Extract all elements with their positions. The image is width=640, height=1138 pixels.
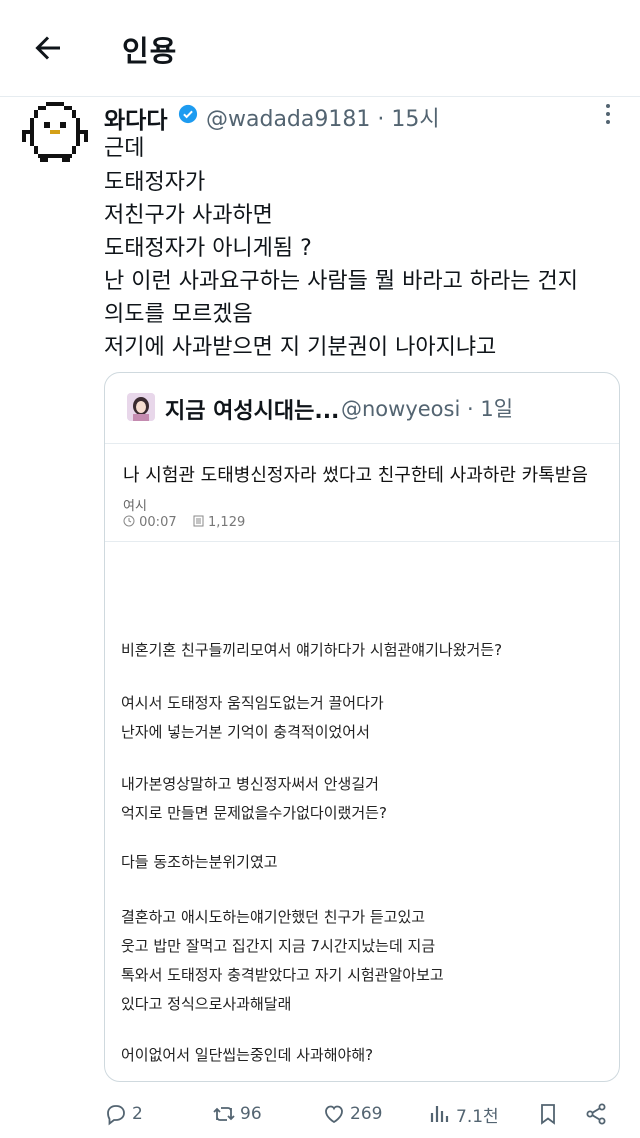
- quoted-tweet-card[interactable]: 지금 여성시대는... @nowyeosi · 1일 나 시험관 도태병신정자라…: [104, 372, 620, 1082]
- post-paragraph: 어이없어서 일단씹는중인데 사과해야해?: [121, 1046, 374, 1064]
- author-handle-time[interactable]: @wadada9181 · 15시: [206, 101, 440, 133]
- quoted-author-name[interactable]: 지금 여성시대는...: [165, 393, 339, 425]
- bookmark-icon: [541, 1104, 555, 1125]
- like-icon: [325, 1105, 343, 1124]
- like-count: 269: [350, 1104, 383, 1124]
- reply-button[interactable]: 2: [104, 1094, 143, 1134]
- share-button[interactable]: [584, 1094, 608, 1134]
- verified-badge-icon: [178, 104, 198, 124]
- quoted-handle-time[interactable]: @nowyeosi · 1일: [341, 393, 513, 423]
- share-icon: [586, 1103, 606, 1125]
- post-paragraph: 결혼하고 애시도하는얘기안했던 친구가 듣고있고: [121, 908, 426, 926]
- reply-icon: [107, 1105, 125, 1126]
- reply-count: 2: [132, 1104, 143, 1124]
- post-paragraph: 있다고 정식으로사과해달래: [121, 995, 292, 1013]
- clock-icon: [123, 515, 135, 527]
- page-title: 인용: [122, 34, 178, 68]
- tweet-text-line: 저기에 사과받으면 지 기분권이 나아지냐고: [104, 335, 497, 360]
- quoted-avatar: [127, 393, 155, 421]
- view-count: 7.1천: [456, 1106, 499, 1127]
- tweet-text-line: 도태정자가: [104, 170, 206, 195]
- views-button[interactable]: 7.1천: [428, 1094, 499, 1134]
- retweet-icon: [213, 1107, 235, 1121]
- post-paragraph: 억지로 만들면 문제없을수가없다이랬거든?: [121, 804, 387, 822]
- author-name[interactable]: 와다다: [104, 101, 167, 135]
- tweet-text-line: 의도를 모르겠음: [104, 302, 253, 327]
- tweet-text-line: 도태정자가 아니게됨 ?: [104, 236, 312, 261]
- document-icon: [193, 515, 204, 527]
- post-title: 나 시험관 도태병신정자라 썼다고 친구한테 사과하란 카톡받음: [123, 465, 588, 486]
- divider: [105, 443, 619, 444]
- divider: [105, 541, 619, 542]
- post-paragraph: 톡와서 도태정자 충격받았다고 자기 시험관알아보고: [121, 966, 444, 984]
- post-paragraph: 여시서 도태정자 움직임도없는거 끌어다가: [121, 694, 384, 712]
- post-paragraph: 웃고 밥만 잘먹고 집간지 지금 7시간지났는데 지금: [121, 937, 436, 955]
- avatar[interactable]: [20, 100, 90, 166]
- post-paragraph: 비혼기혼 친구들끼리모여서 얘기하다가 시험관얘기나왔거든?: [121, 641, 503, 659]
- retweet-count: 96: [240, 1104, 262, 1124]
- action-bar: 2 96 269 7.1천: [0, 1094, 640, 1134]
- post-paragraph: 다들 동조하는분위기였고: [121, 853, 278, 871]
- bookmark-button[interactable]: [536, 1094, 560, 1134]
- post-views: 1,129: [208, 515, 246, 530]
- views-icon: [430, 1106, 449, 1122]
- post-category: 여시: [123, 499, 147, 514]
- back-arrow-icon[interactable]: [30, 30, 66, 66]
- tweet-text-line: 난 이런 사과요구하는 사람들 뭘 바라고 하라는 건지: [104, 269, 578, 294]
- tweet-text-line: 근데: [104, 136, 145, 161]
- post-meta: 00:07 1,129: [123, 515, 245, 530]
- post-paragraph: 내가본영상말하고 병신정자써서 안생길거: [121, 775, 379, 793]
- tweet-text-line: 저친구가 사과하면: [104, 203, 273, 228]
- like-button[interactable]: 269: [322, 1094, 382, 1134]
- post-time: 00:07: [139, 515, 177, 530]
- retweet-button[interactable]: 96: [212, 1094, 262, 1134]
- top-bar: 인용: [0, 0, 640, 97]
- post-paragraph: 난자에 넣는거본 기억이 충격적이었어서: [121, 723, 370, 741]
- more-icon[interactable]: [598, 101, 618, 127]
